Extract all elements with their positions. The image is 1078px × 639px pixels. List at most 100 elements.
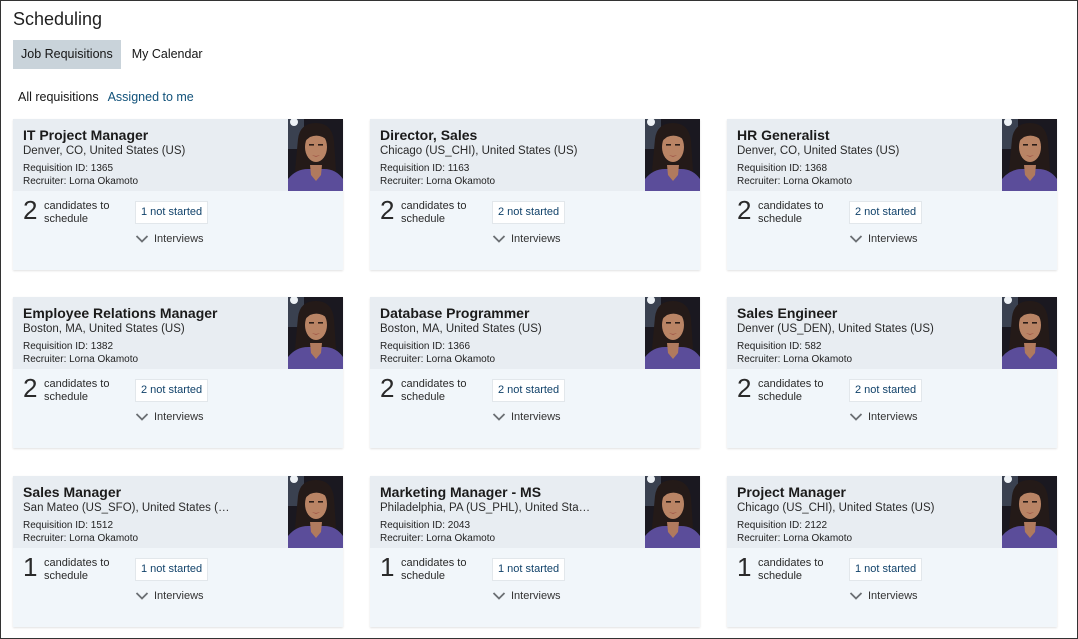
job-location: Chicago (US_CHI), United States (US) bbox=[380, 145, 578, 157]
interviews-toggle[interactable]: Interviews bbox=[849, 233, 918, 245]
interviews-label: Interviews bbox=[154, 411, 204, 423]
chevron-down-icon bbox=[135, 592, 149, 600]
card-header: Employee Relations Manager Boston, MA, U… bbox=[13, 297, 343, 369]
candidate-count-label: candidates to schedule bbox=[401, 200, 467, 225]
filter-assigned-to-me[interactable]: Assigned to me bbox=[108, 90, 194, 104]
candidate-count-label: candidates to schedule bbox=[44, 557, 110, 582]
recruiter-avatar-icon bbox=[1002, 476, 1057, 548]
interviews-label: Interviews bbox=[511, 233, 561, 245]
interviews-label: Interviews bbox=[154, 233, 204, 245]
not-started-badge[interactable]: 2 not started bbox=[849, 379, 923, 402]
recruiter-name: Recruiter: Lorna Okamoto bbox=[737, 354, 853, 365]
recruiter-avatar-icon bbox=[645, 297, 700, 369]
requisition-card[interactable]: Employee Relations Manager Boston, MA, U… bbox=[13, 297, 343, 448]
card-header: Project Manager Chicago (US_CHI), United… bbox=[727, 476, 1057, 548]
candidate-count: 1 bbox=[380, 552, 395, 582]
candidate-count: 1 bbox=[737, 552, 752, 582]
recruiter-name: Recruiter: Lorna Okamoto bbox=[23, 533, 139, 544]
interviews-toggle[interactable]: Interviews bbox=[492, 233, 561, 245]
requisition-id: Requisition ID: 1163 bbox=[380, 163, 470, 174]
interviews-label: Interviews bbox=[511, 411, 561, 423]
interviews-toggle[interactable]: Interviews bbox=[135, 411, 204, 423]
tab-job-requisitions[interactable]: Job Requisitions bbox=[13, 40, 121, 69]
interviews-toggle[interactable]: Interviews bbox=[849, 590, 918, 602]
interviews-toggle[interactable]: Interviews bbox=[849, 411, 918, 423]
not-started-badge[interactable]: 1 not started bbox=[849, 558, 923, 581]
job-title[interactable]: Marketing Manager - MS bbox=[380, 484, 541, 500]
not-started-badge[interactable]: 1 not started bbox=[492, 558, 566, 581]
job-location: Denver, CO, United States (US) bbox=[23, 145, 186, 157]
not-started-badge[interactable]: 2 not started bbox=[492, 379, 566, 402]
recruiter-name: Recruiter: Lorna Okamoto bbox=[737, 176, 853, 187]
candidate-count-label: candidates to schedule bbox=[44, 200, 110, 225]
job-title[interactable]: Director, Sales bbox=[380, 127, 477, 143]
job-location: San Mateo (US_SFO), United States (… bbox=[23, 502, 230, 514]
interviews-toggle[interactable]: Interviews bbox=[135, 590, 204, 602]
card-header: Database Programmer Boston, MA, United S… bbox=[370, 297, 700, 369]
interviews-label: Interviews bbox=[154, 590, 204, 602]
requisition-id: Requisition ID: 1366 bbox=[380, 341, 471, 352]
card-header: HR Generalist Denver, CO, United States … bbox=[727, 119, 1057, 191]
requisition-id: Requisition ID: 2043 bbox=[380, 520, 471, 531]
not-started-badge[interactable]: 1 not started bbox=[135, 201, 209, 224]
candidate-count: 2 bbox=[737, 373, 752, 403]
recruiter-avatar-icon bbox=[1002, 119, 1057, 191]
not-started-badge[interactable]: 1 not started bbox=[135, 558, 209, 581]
requisition-card[interactable]: Director, Sales Chicago (US_CHI), United… bbox=[370, 119, 700, 270]
requisition-card[interactable]: Database Programmer Boston, MA, United S… bbox=[370, 297, 700, 448]
not-started-badge[interactable]: 2 not started bbox=[849, 201, 923, 224]
interviews-toggle[interactable]: Interviews bbox=[492, 411, 561, 423]
recruiter-avatar-icon bbox=[645, 476, 700, 548]
recruiter-avatar-icon bbox=[288, 297, 343, 369]
chevron-down-icon bbox=[492, 413, 506, 421]
job-title[interactable]: Sales Engineer bbox=[737, 305, 837, 321]
recruiter-name: Recruiter: Lorna Okamoto bbox=[23, 176, 139, 187]
requisition-card[interactable]: HR Generalist Denver, CO, United States … bbox=[727, 119, 1057, 270]
card-header: Marketing Manager - MS Philadelphia, PA … bbox=[370, 476, 700, 548]
candidate-count: 2 bbox=[23, 373, 38, 403]
chevron-down-icon bbox=[849, 592, 863, 600]
candidate-count: 2 bbox=[23, 195, 38, 225]
interviews-label: Interviews bbox=[511, 590, 561, 602]
tab-my-calendar[interactable]: My Calendar bbox=[123, 40, 211, 69]
job-title[interactable]: Database Programmer bbox=[380, 305, 529, 321]
job-title[interactable]: HR Generalist bbox=[737, 127, 830, 143]
requisition-card[interactable]: Marketing Manager - MS Philadelphia, PA … bbox=[370, 476, 700, 627]
job-location: Boston, MA, United States (US) bbox=[23, 323, 185, 335]
requisition-id: Requisition ID: 2122 bbox=[737, 520, 828, 531]
chevron-down-icon bbox=[849, 235, 863, 243]
candidate-count-label: candidates to schedule bbox=[44, 378, 110, 403]
interviews-label: Interviews bbox=[868, 411, 918, 423]
chevron-down-icon bbox=[135, 413, 149, 421]
requisition-id: Requisition ID: 1368 bbox=[737, 163, 828, 174]
requisition-card[interactable]: Sales Manager San Mateo (US_SFO), United… bbox=[13, 476, 343, 627]
job-title[interactable]: Project Manager bbox=[737, 484, 846, 500]
job-title[interactable]: Sales Manager bbox=[23, 484, 121, 500]
job-title[interactable]: Employee Relations Manager bbox=[23, 305, 218, 321]
recruiter-name: Recruiter: Lorna Okamoto bbox=[737, 533, 853, 544]
not-started-badge[interactable]: 2 not started bbox=[492, 201, 566, 224]
interviews-label: Interviews bbox=[868, 233, 918, 245]
candidate-count-label: candidates to schedule bbox=[401, 378, 467, 403]
job-title[interactable]: IT Project Manager bbox=[23, 127, 148, 143]
interviews-toggle[interactable]: Interviews bbox=[135, 233, 204, 245]
candidate-count-label: candidates to schedule bbox=[758, 200, 824, 225]
recruiter-name: Recruiter: Lorna Okamoto bbox=[380, 354, 496, 365]
interviews-toggle[interactable]: Interviews bbox=[492, 590, 561, 602]
job-location: Chicago (US_CHI), United States (US) bbox=[737, 502, 935, 514]
requisition-card[interactable]: IT Project Manager Denver, CO, United St… bbox=[13, 119, 343, 270]
not-started-badge[interactable]: 2 not started bbox=[135, 379, 209, 402]
card-header: IT Project Manager Denver, CO, United St… bbox=[13, 119, 343, 191]
job-location: Boston, MA, United States (US) bbox=[380, 323, 542, 335]
recruiter-name: Recruiter: Lorna Okamoto bbox=[380, 533, 496, 544]
filter-all-requisitions[interactable]: All requisitions bbox=[18, 90, 99, 104]
requisition-card[interactable]: Project Manager Chicago (US_CHI), United… bbox=[727, 476, 1057, 627]
interviews-label: Interviews bbox=[868, 590, 918, 602]
requisition-filters: All requisitions Assigned to me bbox=[18, 90, 194, 104]
requisition-card[interactable]: Sales Engineer Denver (US_DEN), United S… bbox=[727, 297, 1057, 448]
recruiter-name: Recruiter: Lorna Okamoto bbox=[380, 176, 496, 187]
recruiter-avatar-icon bbox=[288, 476, 343, 548]
chevron-down-icon bbox=[492, 235, 506, 243]
candidate-count-label: candidates to schedule bbox=[758, 557, 824, 582]
job-location: Denver, CO, United States (US) bbox=[737, 145, 900, 157]
